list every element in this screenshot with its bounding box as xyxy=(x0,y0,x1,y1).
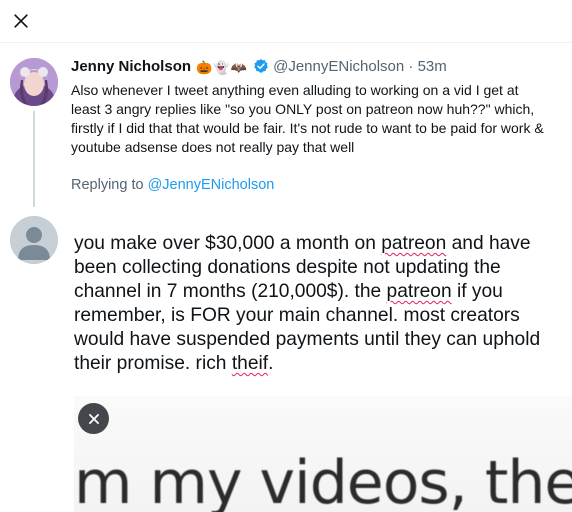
original-tweet: Jenny Nicholson 🎃👻🦇 @JennyENicholson · 5… xyxy=(71,57,566,157)
tweet-timestamp[interactable]: 53m xyxy=(418,58,447,75)
reply-text-segment: you make over $30,000 a month on xyxy=(74,233,382,254)
misspelled-word: patreon xyxy=(381,233,447,254)
reply-author-avatar[interactable] xyxy=(10,216,58,264)
close-icon xyxy=(88,413,99,424)
close-icon xyxy=(14,14,28,28)
ghost-emoji-icon: 👻 xyxy=(213,60,230,75)
misspelled-word: patreon xyxy=(386,281,452,302)
author-name[interactable]: Jenny Nicholson xyxy=(71,58,191,75)
author-avatar-image xyxy=(10,58,58,106)
thread-connector-line xyxy=(33,111,35,207)
default-avatar-icon xyxy=(10,216,58,264)
misspelled-word: theif xyxy=(231,353,269,374)
replying-to-mention[interactable]: @JennyENicholson xyxy=(148,177,275,193)
tweet-text: Also whenever I tweet anything even allu… xyxy=(71,82,544,155)
attached-media[interactable]: m my videos, the n xyxy=(74,396,572,512)
verified-badge-icon xyxy=(254,59,268,73)
top-bar xyxy=(0,0,572,43)
reply-compose-text[interactable]: you make over $30,000 a month on patreon… xyxy=(74,232,564,376)
remove-media-button[interactable] xyxy=(78,403,109,434)
pumpkin-emoji-icon: 🎃 xyxy=(196,60,213,75)
author-avatar[interactable] xyxy=(10,58,58,106)
replying-to-label: Replying to xyxy=(71,177,144,193)
media-caption-text: m my videos, the n xyxy=(74,448,572,512)
tweet-header: Jenny Nicholson 🎃👻🦇 @JennyENicholson · 5… xyxy=(71,57,566,78)
reply-text-segment: . xyxy=(268,353,274,374)
author-handle[interactable]: @JennyENicholson xyxy=(273,58,404,75)
separator-dot: · xyxy=(408,58,414,75)
close-button[interactable] xyxy=(6,6,36,36)
bat-emoji-icon: 🦇 xyxy=(230,60,247,75)
replying-to: Replying to @JennyENicholson xyxy=(71,177,274,193)
